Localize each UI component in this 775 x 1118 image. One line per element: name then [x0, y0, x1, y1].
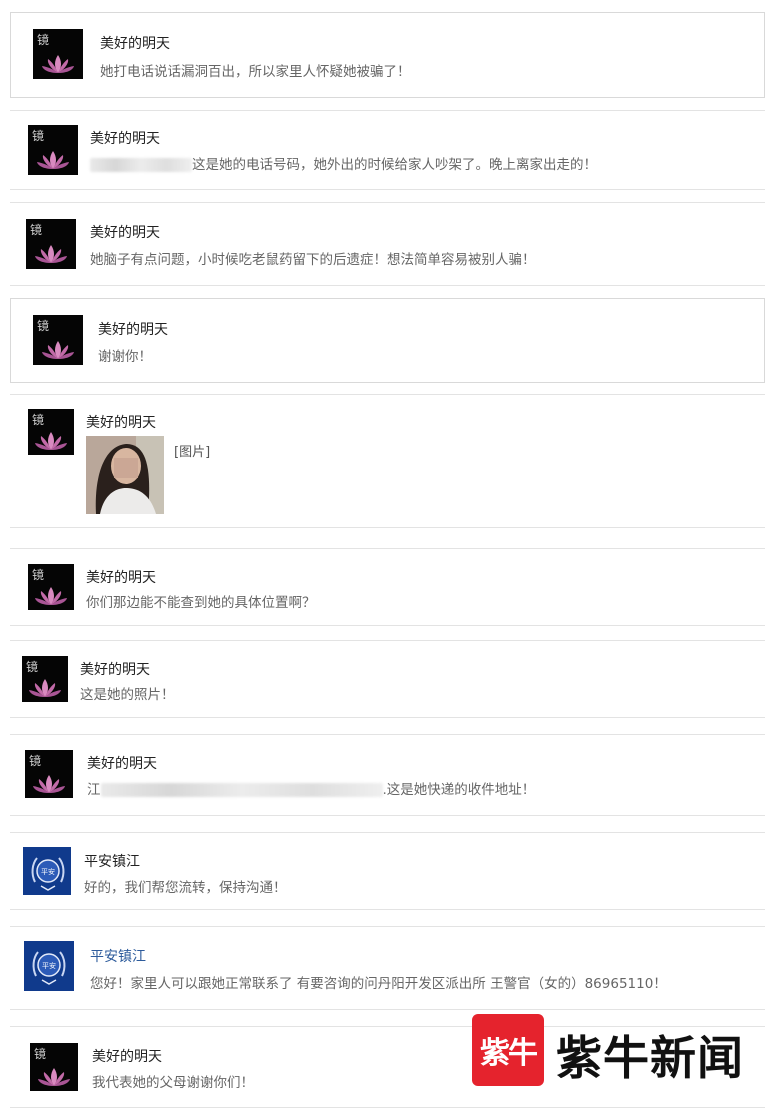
avatar[interactable]: 镜 — [33, 315, 83, 365]
lotus-icon — [33, 775, 65, 793]
lotus-icon — [37, 151, 69, 169]
lotus-icon — [38, 1068, 70, 1086]
avatar-glyph: 镜 — [37, 33, 50, 47]
message-text: 她脑子有点问题，小时候吃老鼠药留下的后遗症！想法简单容易被别人骗！ — [90, 252, 536, 268]
message-text: 您好！家里人可以跟她正常联系了 有要咨询的问丹阳开发区派出所 王警官（女的）86… — [90, 976, 667, 992]
message-item: 镜 美好的明天 江 .这是她快递的收件地址！ — [10, 734, 765, 816]
emblem-text: 平安 — [42, 961, 56, 970]
brand-watermark: 紫牛 紫牛新闻 — [472, 1014, 762, 1086]
avatar[interactable]: 镜 — [28, 125, 78, 175]
police-emblem-icon: 平安 — [31, 857, 65, 891]
avatar[interactable]: 镜 — [26, 219, 76, 269]
sender-name[interactable]: 美好的明天 — [80, 659, 150, 679]
message-text: 谢谢你！ — [98, 349, 152, 365]
avatar-glyph: 镜 — [29, 754, 42, 768]
emblem-text: 平安 — [41, 867, 55, 876]
avatar[interactable]: 镜 — [22, 656, 68, 702]
lotus-icon — [29, 679, 61, 697]
avatar-glyph: 镜 — [37, 319, 50, 333]
avatar-glyph: 镜 — [30, 223, 43, 237]
message-text-row: 江 .这是她快递的收件地址！ — [87, 778, 535, 798]
image-label: [图片] — [174, 445, 211, 460]
avatar[interactable]: 镜 — [28, 564, 74, 610]
message-text: .这是她快递的收件地址！ — [382, 782, 536, 798]
avatar-glyph: 镜 — [32, 568, 45, 582]
sender-name[interactable]: 美好的明天 — [90, 128, 160, 148]
avatar-glyph: 镜 — [26, 660, 39, 674]
message-item: 平安 平安镇江 好的，我们帮您流转，保持沟通！ — [10, 832, 765, 910]
message-item: 镜 美好的明天 这是她的照片！ — [10, 640, 765, 718]
avatar-glyph: 镜 — [32, 413, 45, 427]
lotus-icon — [35, 587, 67, 605]
message-item: 镜 美好的明天 她脑子有点问题，小时候吃老鼠药留下的后遗症！想法简单容易被别人骗… — [10, 202, 765, 286]
avatar-glyph: 镜 — [34, 1047, 47, 1061]
brand-logo: 紫牛 — [472, 1014, 544, 1086]
sender-name[interactable]: 平安镇江 — [84, 851, 140, 871]
avatar[interactable]: 镜 — [30, 1043, 78, 1091]
message-item: 平安 平安镇江 您好！家里人可以跟她正常联系了 有要咨询的问丹阳开发区派出所 王… — [10, 926, 765, 1010]
address-prefix: 江 — [87, 782, 101, 798]
avatar[interactable]: 平安 — [24, 941, 74, 991]
avatar[interactable]: 镜 — [33, 29, 83, 79]
avatar[interactable]: 镜 — [25, 750, 73, 798]
message-item: 镜 美好的明天 [图片] — [10, 394, 765, 528]
redacted-address — [100, 783, 383, 797]
photo-thumbnail[interactable] — [86, 436, 164, 514]
sender-name[interactable]: 美好的明天 — [98, 319, 168, 339]
lotus-icon — [35, 245, 67, 263]
avatar[interactable]: 平安 — [23, 847, 71, 895]
sender-name[interactable]: 美好的明天 — [90, 222, 160, 242]
message-item: 镜 美好的明天 谢谢你！ — [10, 298, 765, 383]
message-text: 这是她的照片！ — [80, 687, 175, 703]
avatar[interactable]: 镜 — [28, 409, 74, 455]
lotus-icon — [35, 432, 67, 450]
message-text: 我代表她的父母谢谢你们！ — [92, 1075, 254, 1091]
brand-logo-text: 紫牛 — [480, 1036, 538, 1071]
brand-name: 紫牛新闻 — [556, 1031, 744, 1085]
message-item: 镜 美好的明天 你们那边能不能查到她的具体位置啊？ — [10, 548, 765, 626]
message-text-row: 这是她的电话号码，她外出的时候给家人吵架了。晚上离家出走的！ — [90, 153, 597, 173]
message-item: 镜 美好的明天 这是她的电话号码，她外出的时候给家人吵架了。晚上离家出走的！ — [10, 110, 765, 190]
sender-name[interactable]: 美好的明天 — [87, 753, 157, 773]
sender-name[interactable]: 美好的明天 — [86, 567, 156, 587]
person-photo-icon — [86, 436, 164, 514]
message-text: 你们那边能不能查到她的具体位置啊？ — [86, 595, 316, 611]
lotus-icon — [42, 341, 74, 359]
police-emblem-icon: 平安 — [32, 951, 66, 985]
sender-name[interactable]: 平安镇江 — [90, 946, 146, 966]
sender-name[interactable]: 美好的明天 — [100, 33, 170, 53]
message-text: 她打电话说话漏洞百出，所以家里人怀疑她被骗了！ — [100, 64, 411, 80]
lotus-icon — [42, 55, 74, 73]
avatar-glyph: 镜 — [32, 129, 45, 143]
chat-history: 镜 美好的明天 她打电话说话漏洞百出，所以家里人怀疑她被骗了！ 镜 美好的明天 — [0, 0, 775, 1118]
sender-name[interactable]: 美好的明天 — [92, 1046, 162, 1066]
message-text: 这是她的电话号码，她外出的时候给家人吵架了。晚上离家出走的！ — [192, 157, 597, 173]
sender-name[interactable]: 美好的明天 — [86, 412, 156, 432]
message-item: 镜 美好的明天 她打电话说话漏洞百出，所以家里人怀疑她被骗了！ — [10, 12, 765, 98]
redacted-phone — [90, 158, 192, 172]
message-text: 好的，我们帮您流转，保持沟通！ — [84, 880, 287, 896]
